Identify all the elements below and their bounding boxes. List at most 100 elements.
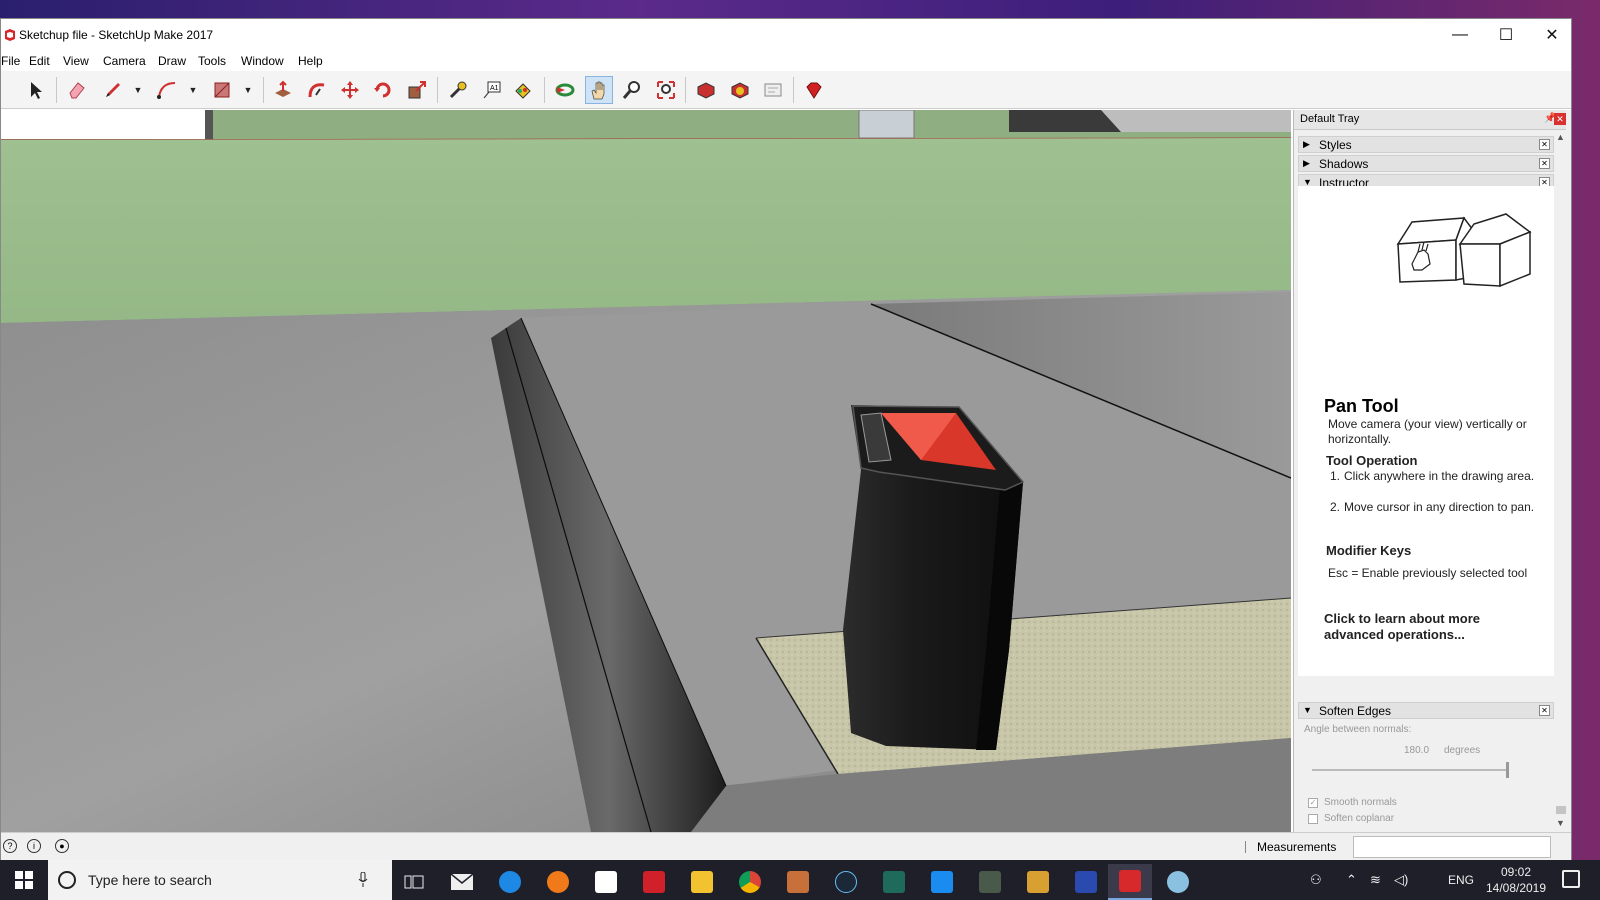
- tray-scrollbar[interactable]: ▲ ▼: [1554, 130, 1568, 830]
- operation-title: Tool Operation: [1326, 453, 1418, 468]
- panel-close-icon[interactable]: ✕: [1539, 705, 1550, 716]
- scroll-thumb[interactable]: [1556, 806, 1566, 814]
- extension-warehouse-icon[interactable]: [726, 76, 754, 104]
- panel-close-icon[interactable]: ✕: [1539, 158, 1550, 169]
- chrome-icon[interactable]: [728, 864, 772, 900]
- soften-coplanar-label: Soften coplanar: [1324, 813, 1395, 824]
- blue-app-icon[interactable]: [920, 864, 964, 900]
- task-view-icon[interactable]: [392, 864, 436, 900]
- mcafee-icon[interactable]: [632, 864, 676, 900]
- line-dropdown-icon[interactable]: ▼: [132, 84, 144, 96]
- select-tool-icon[interactable]: [22, 76, 50, 104]
- smooth-normals-checkbox[interactable]: ✓: [1308, 798, 1318, 808]
- credits-icon[interactable]: i: [27, 839, 41, 853]
- user-account-icon[interactable]: ●: [55, 839, 69, 853]
- modifier-keys-text: Esc = Enable previously selected tool: [1328, 566, 1528, 580]
- follow-me-tool-icon[interactable]: [303, 76, 331, 104]
- instructor-content: Pan Tool Move camera (your view) vertica…: [1298, 186, 1554, 676]
- mail-icon[interactable]: [440, 864, 484, 900]
- tool-title: Pan Tool: [1324, 396, 1399, 416]
- panel-label: Soften Edges: [1319, 704, 1392, 718]
- arc-dropdown-icon[interactable]: ▼: [187, 84, 199, 96]
- default-tray: Default Tray 📌 ✕ ▶ Styles ✕ ▶ Shadows ✕ …: [1293, 110, 1571, 832]
- green-app-icon[interactable]: [872, 864, 916, 900]
- push-pull-tool-icon[interactable]: [269, 76, 297, 104]
- pencil-tool-icon[interactable]: [99, 76, 127, 104]
- f-app-icon[interactable]: [1064, 864, 1108, 900]
- menu-camera[interactable]: Camera: [103, 54, 146, 68]
- scroll-up-icon[interactable]: ▲: [1556, 132, 1565, 142]
- angle-slider-thumb[interactable]: [1506, 762, 1509, 778]
- windows-start-icon[interactable]: [0, 860, 48, 900]
- volume-icon[interactable]: ◁): [1394, 872, 1408, 888]
- menu-help[interactable]: Help: [298, 54, 323, 68]
- toolbar-separator: [793, 77, 794, 103]
- shape-dropdown-icon[interactable]: ▼: [242, 84, 254, 96]
- clock-time[interactable]: 09:02: [1494, 865, 1538, 879]
- sketchup-taskbar-icon[interactable]: [1108, 864, 1152, 900]
- eraser-tool-icon[interactable]: [63, 76, 91, 104]
- notification-center-icon[interactable]: [1562, 870, 1580, 888]
- panel-shadows[interactable]: ▶ Shadows ✕: [1298, 155, 1554, 172]
- store-icon[interactable]: [584, 864, 628, 900]
- tool-description: Move camera (your view) vertically or ho…: [1328, 417, 1527, 446]
- rectangle-tool-icon[interactable]: [208, 76, 236, 104]
- pan-tool-icon[interactable]: [585, 76, 613, 104]
- measurements-input[interactable]: [1353, 836, 1551, 858]
- learn-more-link[interactable]: Click to learn about more advanced opera…: [1324, 611, 1534, 643]
- angle-slider-track[interactable]: [1312, 769, 1508, 771]
- microphone-icon[interactable]: [358, 872, 368, 888]
- menu-tools[interactable]: Tools: [198, 54, 226, 68]
- tray-title: Default Tray: [1300, 113, 1360, 125]
- file-explorer-icon[interactable]: [680, 864, 724, 900]
- soften-coplanar-checkbox[interactable]: [1308, 814, 1318, 824]
- menu-file[interactable]: File: [1, 54, 20, 68]
- move-tool-icon[interactable]: [336, 76, 364, 104]
- minimize-button[interactable]: —: [1437, 19, 1483, 51]
- soften-edges-content: Angle between normals: 180.0 degrees ✓ S…: [1298, 718, 1554, 828]
- close-button[interactable]: ✕: [1529, 19, 1575, 51]
- paint-icon[interactable]: [1156, 864, 1200, 900]
- tray-close-icon[interactable]: ✕: [1554, 113, 1566, 125]
- rotate-tool-icon[interactable]: [369, 76, 397, 104]
- panel-close-icon[interactable]: ✕: [1539, 139, 1550, 150]
- menu-view[interactable]: View: [63, 54, 89, 68]
- text-tool-icon[interactable]: A1: [478, 76, 506, 104]
- drawing-area[interactable]: [1, 110, 1291, 832]
- paint-bucket-tool-icon[interactable]: [509, 76, 537, 104]
- scroll-down-icon[interactable]: ▼: [1556, 818, 1565, 828]
- show-hidden-icons-chevron-icon[interactable]: ⌃: [1346, 872, 1357, 888]
- toolbar-separator: [544, 77, 545, 103]
- scale-tool-icon[interactable]: [403, 76, 431, 104]
- wifi-icon[interactable]: ≋: [1370, 872, 1381, 888]
- operation-step: 1. Click anywhere in the drawing area.: [1330, 469, 1540, 484]
- edge-icon[interactable]: [488, 864, 532, 900]
- taskbar-search-box[interactable]: Type here to search: [48, 860, 392, 900]
- clock-date[interactable]: 14/08/2019: [1482, 881, 1550, 895]
- tape-measure-tool-icon[interactable]: [444, 76, 472, 104]
- toolbar-separator: [263, 77, 264, 103]
- measurements-label: Measurements: [1257, 840, 1337, 854]
- menu-window[interactable]: Window: [241, 54, 284, 68]
- panel-soften-edges[interactable]: ▼ Soften Edges ✕: [1298, 702, 1554, 719]
- panel-styles[interactable]: ▶ Styles ✕: [1298, 136, 1554, 153]
- language-indicator[interactable]: ENG: [1448, 873, 1474, 887]
- game-photo-icon[interactable]: [968, 864, 1012, 900]
- arc-tool-icon[interactable]: [153, 76, 181, 104]
- game-sign-icon[interactable]: [1016, 864, 1060, 900]
- zoom-extents-tool-icon[interactable]: [652, 76, 680, 104]
- maximize-button[interactable]: ☐: [1483, 19, 1529, 51]
- menu-edit[interactable]: Edit: [29, 54, 50, 68]
- layout-icon[interactable]: [759, 76, 787, 104]
- people-icon[interactable]: ⚇: [1310, 872, 1322, 888]
- steam-icon[interactable]: [824, 864, 868, 900]
- 3d-warehouse-icon[interactable]: [692, 76, 720, 104]
- geo-location-icon[interactable]: ?: [3, 839, 17, 853]
- orbit-tool-icon[interactable]: [551, 76, 579, 104]
- creation-app-icon[interactable]: [776, 864, 820, 900]
- title-bar[interactable]: Sketchup file - SketchUp Make 2017 — ☐ ✕: [1, 19, 1571, 51]
- ruby-console-icon[interactable]: [800, 76, 828, 104]
- menu-draw[interactable]: Draw: [158, 54, 186, 68]
- zoom-tool-icon[interactable]: [618, 76, 646, 104]
- avast-icon[interactable]: [536, 864, 580, 900]
